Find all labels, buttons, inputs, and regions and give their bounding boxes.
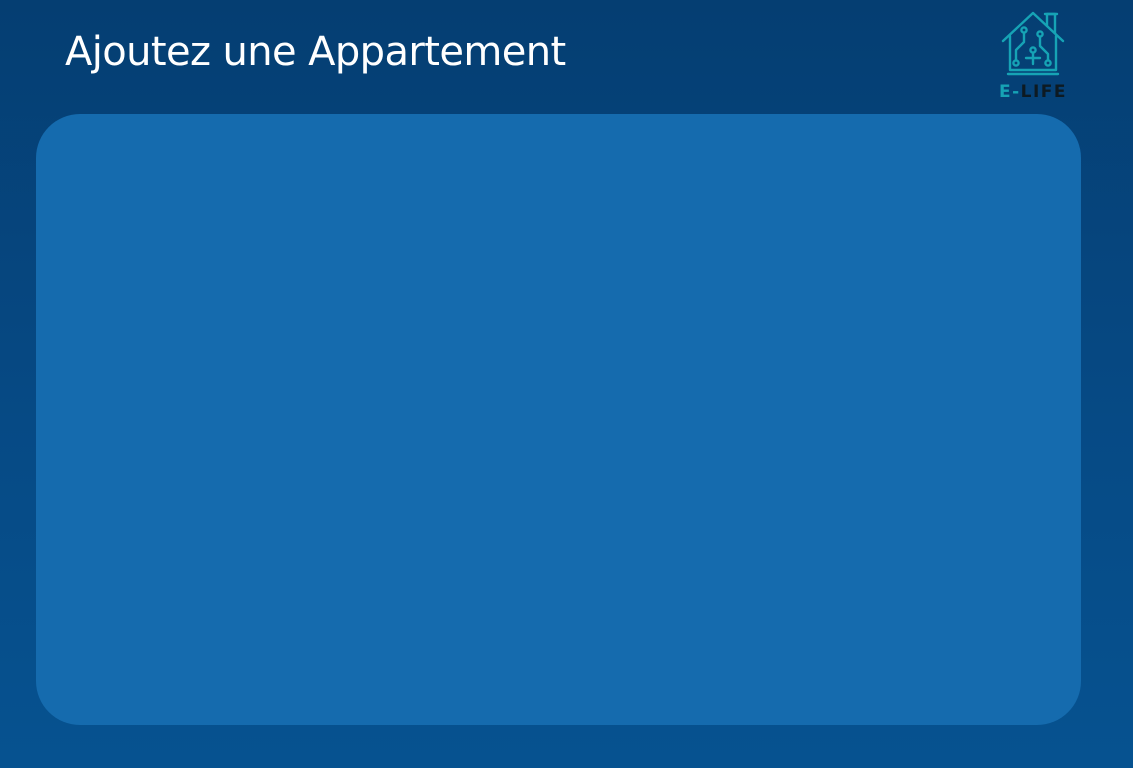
logo-text-suffix: LIFE <box>1020 82 1068 102</box>
brand-logo: E-LIFE <box>996 8 1070 104</box>
logo-text-prefix: E- <box>998 82 1021 102</box>
logo-text: E-LIFE <box>996 80 1070 104</box>
smart-house-icon <box>1001 11 1065 76</box>
content-panel <box>36 114 1081 725</box>
page-title: Ajoutez une Appartement <box>65 29 566 75</box>
